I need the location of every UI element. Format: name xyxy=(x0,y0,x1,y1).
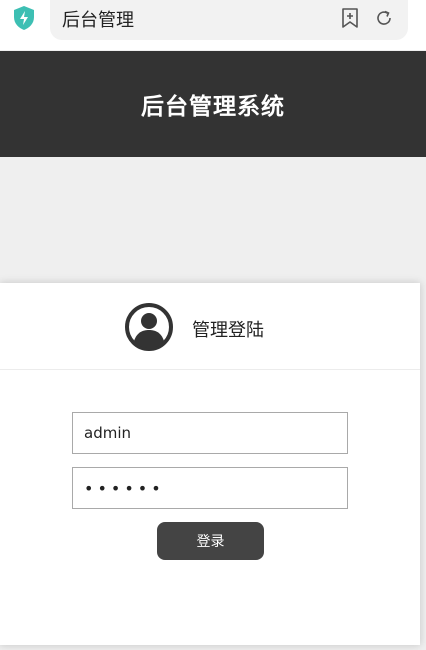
refresh-icon[interactable] xyxy=(374,8,394,28)
site-title: 后台管理系统 xyxy=(141,94,285,120)
browser-toolbar: 后台管理 xyxy=(0,0,426,50)
login-card-header: 管理登陆 xyxy=(0,283,420,370)
bookmark-add-icon[interactable] xyxy=(340,7,360,29)
page-title: 后台管理 xyxy=(62,10,134,31)
login-button[interactable]: 登录 xyxy=(157,522,264,560)
address-bar[interactable]: 后台管理 xyxy=(50,0,408,40)
site-header: 后台管理系统 xyxy=(0,51,426,157)
username-input[interactable] xyxy=(72,412,348,454)
login-title: 管理登陆 xyxy=(192,320,264,341)
shield-icon[interactable] xyxy=(12,5,36,31)
user-avatar-icon xyxy=(125,303,173,351)
password-input[interactable] xyxy=(72,467,348,509)
login-card: 管理登陆 登录 xyxy=(0,283,420,645)
